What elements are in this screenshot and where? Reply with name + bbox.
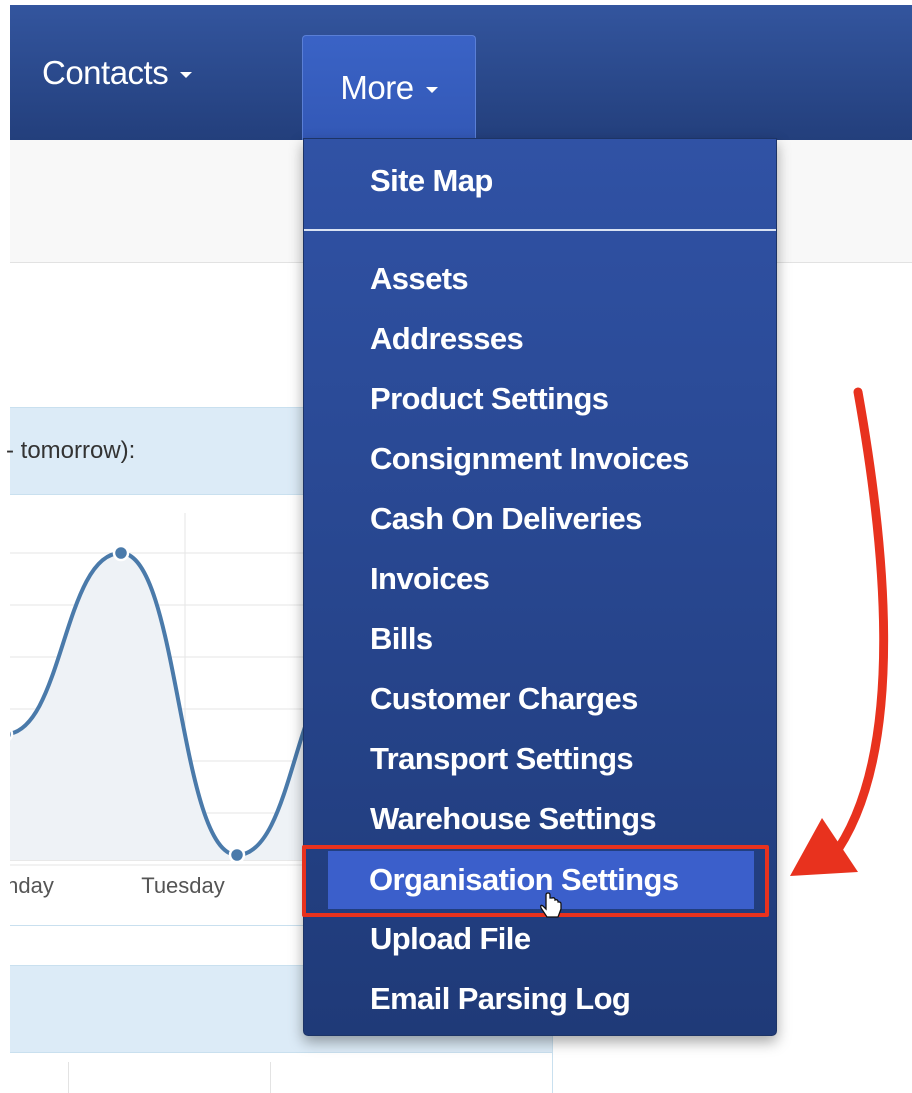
hand-cursor-icon (540, 892, 562, 918)
annotation-overlay (540, 387, 889, 918)
annotation-arrow-shaft (827, 387, 889, 863)
